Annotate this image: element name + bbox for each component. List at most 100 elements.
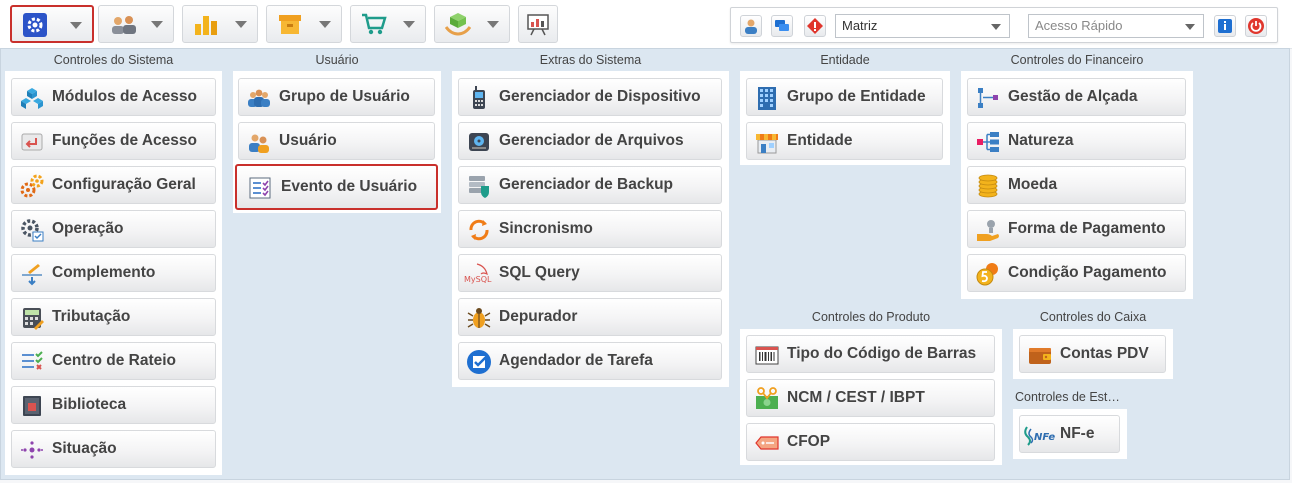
menu-item-label: Entidade bbox=[787, 132, 853, 149]
power-icon bbox=[1248, 18, 1264, 34]
sales-menu-button[interactable] bbox=[350, 5, 426, 43]
database-shield-icon bbox=[467, 174, 491, 198]
entity-select[interactable]: Matriz bbox=[835, 14, 1010, 38]
menu-item-ncm-cest-ibpt[interactable]: NCM / CEST / IBPT bbox=[746, 379, 995, 417]
nfe-logo-icon: NFe bbox=[1024, 423, 1056, 447]
group-title-financeiro: Controles do Financeiro bbox=[1010, 53, 1144, 67]
menu-item-sql-query[interactable]: MySQL SQL Query bbox=[458, 254, 722, 292]
menu-item-evento-usuario[interactable]: Evento de Usuário bbox=[235, 164, 438, 210]
menu-item-modulos-acesso[interactable]: Módulos de Acesso bbox=[11, 78, 216, 116]
menu-item-moeda[interactable]: Moeda bbox=[967, 166, 1186, 204]
menu-item-label: Moeda bbox=[1008, 176, 1058, 193]
menu-item-cfop[interactable]: CFOP bbox=[746, 423, 995, 461]
menu-item-tributacao[interactable]: Tributação bbox=[11, 298, 216, 336]
tag-icon bbox=[755, 431, 779, 455]
menu-item-gerenciador-arquivos[interactable]: Gerenciador de Arquivos bbox=[458, 122, 722, 160]
menu-item-label: Gestão de Alçada bbox=[1008, 88, 1138, 105]
group-title-extras: Extras do Sistema bbox=[539, 53, 642, 67]
menu-item-agendador-tarefa[interactable]: Agendador de Tarefa bbox=[458, 342, 722, 380]
quick-access-select[interactable]: Acesso Rápido bbox=[1028, 14, 1204, 38]
menu-item-label: NCM / CEST / IBPT bbox=[787, 389, 925, 406]
menu-item-depurador[interactable]: Depurador bbox=[458, 298, 722, 336]
coins-number-icon bbox=[976, 262, 1000, 286]
quick-access-placeholder: Acesso Rápido bbox=[1035, 18, 1123, 33]
alert-icon bbox=[807, 18, 823, 34]
group-title-estoque: Controles de Est… bbox=[1015, 390, 1120, 404]
menu-item-natureza[interactable]: Natureza bbox=[967, 122, 1186, 160]
menu-item-grupo-entidade[interactable]: Grupo de Entidade bbox=[746, 78, 943, 116]
pencil-arrow-icon bbox=[20, 262, 44, 286]
panel-entidade: Grupo de Entidade Entidade bbox=[740, 71, 950, 165]
panel-estoque: NFe NF-e bbox=[1013, 409, 1127, 459]
calculator-icon bbox=[20, 306, 44, 330]
user-group-icon bbox=[247, 86, 271, 110]
gear-icon bbox=[22, 13, 48, 37]
menu-item-tipo-codigo-barras[interactable]: Tipo do Código de Barras bbox=[746, 335, 995, 373]
menu-item-label: Evento de Usuário bbox=[281, 178, 418, 195]
menu-item-condicao-pagamento[interactable]: Condição Pagamento bbox=[967, 254, 1186, 292]
menu-item-label: Configuração Geral bbox=[52, 176, 196, 193]
menu-item-gerenciador-dispositivo[interactable]: Gerenciador de Dispositivo bbox=[458, 78, 722, 116]
chevron-down-icon bbox=[151, 21, 163, 28]
menu-item-contas-pdv[interactable]: Contas PDV bbox=[1019, 335, 1166, 373]
top-right-panel: Matriz Acesso Rápido bbox=[730, 7, 1278, 43]
logout-button[interactable] bbox=[1245, 15, 1267, 37]
mysql-logo-icon: MySQL bbox=[463, 262, 495, 286]
menu-item-situacao[interactable]: Situação bbox=[11, 430, 216, 468]
menu-item-grupo-usuario[interactable]: Grupo de Usuário bbox=[238, 78, 435, 116]
main-toolbar: Matriz Acesso Rápido bbox=[0, 0, 1292, 49]
menu-item-centro-rateio[interactable]: Centro de Rateio bbox=[11, 342, 216, 380]
menu-item-label: Módulos de Acesso bbox=[52, 88, 197, 105]
group-title-caixa: Controles do Caixa bbox=[1039, 310, 1147, 324]
menu-item-label: NF-e bbox=[1060, 425, 1095, 442]
menu-item-label: Grupo de Entidade bbox=[787, 88, 926, 105]
menu-item-configuracao-geral[interactable]: Configuração Geral bbox=[11, 166, 216, 204]
chevron-down-icon bbox=[487, 21, 499, 28]
chevron-down-icon bbox=[991, 24, 1001, 30]
barcode-icon bbox=[755, 343, 779, 367]
presentation-button[interactable] bbox=[518, 5, 558, 43]
entity-select-value: Matriz bbox=[842, 18, 878, 33]
chevron-down-icon bbox=[1185, 24, 1195, 30]
menu-item-label: Grupo de Usuário bbox=[279, 88, 410, 105]
menu-item-entidade[interactable]: Entidade bbox=[746, 122, 943, 160]
menu-item-gestao-alcada[interactable]: Gestão de Alçada bbox=[967, 78, 1186, 116]
reports-menu-button[interactable] bbox=[182, 5, 258, 43]
device-phone-icon bbox=[467, 86, 491, 110]
menu-item-gerenciador-backup[interactable]: Gerenciador de Backup bbox=[458, 166, 722, 204]
hierarchy-icon bbox=[976, 130, 1000, 154]
chevron-down-icon bbox=[235, 21, 247, 28]
stock-menu-button[interactable] bbox=[266, 5, 342, 43]
book-icon bbox=[20, 394, 44, 418]
group-title-sistema: Controles do Sistema bbox=[53, 53, 174, 67]
menu-item-forma-pagamento[interactable]: Forma de Pagamento bbox=[967, 210, 1186, 248]
hard-drive-icon bbox=[467, 130, 491, 154]
chevron-down-icon bbox=[70, 22, 82, 29]
svg-text:MySQL: MySQL bbox=[464, 275, 492, 284]
menu-item-funcoes-acesso[interactable]: Funções de Acesso bbox=[11, 122, 216, 160]
system-menu-button[interactable] bbox=[10, 5, 94, 43]
panel-produto: Tipo do Código de Barras NCM / CEST / IB… bbox=[740, 329, 1002, 465]
menu-item-label: Forma de Pagamento bbox=[1008, 220, 1166, 237]
chat-icon bbox=[775, 20, 789, 31]
hand-box-icon bbox=[445, 12, 471, 36]
presentation-board-icon bbox=[525, 12, 551, 36]
menu-item-operacao[interactable]: Operação bbox=[11, 210, 216, 248]
menu-item-usuario[interactable]: Usuário bbox=[238, 122, 435, 160]
users-menu-button[interactable] bbox=[98, 5, 174, 43]
menu-item-complemento[interactable]: Complemento bbox=[11, 254, 216, 292]
messages-button[interactable] bbox=[771, 15, 793, 37]
user-profile-button[interactable] bbox=[740, 15, 762, 37]
services-menu-button[interactable] bbox=[434, 5, 510, 43]
info-icon bbox=[1218, 19, 1232, 33]
alerts-button[interactable] bbox=[804, 15, 826, 37]
panel-financeiro: Gestão de Alçada Natureza Moeda Forma de… bbox=[961, 71, 1193, 299]
coins-stack-icon bbox=[976, 174, 1000, 198]
menu-item-biblioteca[interactable]: Biblioteca bbox=[11, 386, 216, 424]
building-icon bbox=[755, 86, 779, 110]
menu-item-sincronismo[interactable]: Sincronismo bbox=[458, 210, 722, 248]
system-menu-dropdown: Controles do Sistema Módulos de Acesso F… bbox=[0, 48, 1290, 480]
checklist-icon bbox=[20, 350, 44, 374]
info-button[interactable] bbox=[1214, 15, 1236, 37]
menu-item-nfe[interactable]: NFe NF-e bbox=[1019, 415, 1120, 453]
